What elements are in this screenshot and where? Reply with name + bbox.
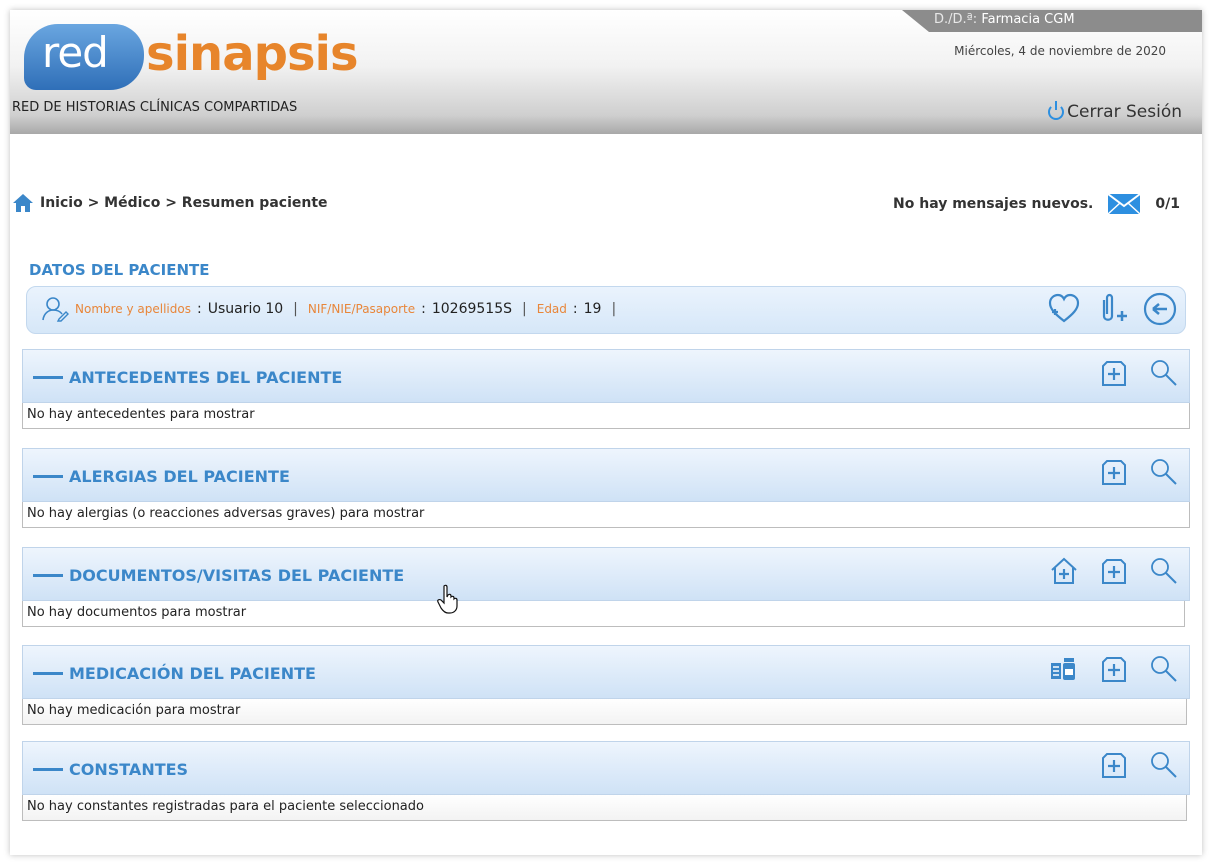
panel-body: No hay medicación para mostrar [22, 699, 1187, 725]
panel-documentos: DOCUMENTOS/VISITAS DEL PACIENTE No hay d… [22, 547, 1190, 627]
patient-section-title: DATOS DEL PACIENTE [29, 261, 210, 279]
add-document-icon[interactable] [1099, 358, 1129, 388]
attach-add-icon[interactable] [1095, 292, 1129, 326]
panel-header[interactable]: DOCUMENTOS/VISITAS DEL PACIENTE [22, 547, 1190, 601]
app-window: red sinapsis RED DE HISTORIAS CLÍNICAS C… [10, 10, 1202, 855]
search-icon[interactable] [1149, 556, 1179, 586]
site-subtitle: RED DE HISTORIAS CLÍNICAS COMPARTIDAS [12, 100, 298, 115]
age-label: Edad [536, 302, 567, 316]
collapse-icon[interactable] [33, 376, 63, 379]
panel-header[interactable]: MEDICACIÓN DEL PACIENTE [22, 645, 1190, 699]
name-label: Nombre y apellidos [75, 302, 191, 316]
panel-title-text: ALERGIAS DEL PACIENTE [69, 467, 290, 486]
back-icon[interactable] [1143, 292, 1177, 326]
panel-body: No hay constantes registradas para el pa… [22, 795, 1187, 821]
add-document-icon[interactable] [1099, 750, 1129, 780]
breadcrumb[interactable]: Inicio > Médico > Resumen paciente [12, 193, 328, 213]
user-name: Farmacia CGM [981, 12, 1075, 27]
logo[interactable]: red sinapsis [24, 22, 359, 102]
patient-info: Nombre y apellidos: Usuario 10 | NIF/NIE… [41, 293, 620, 325]
panel-actions [1099, 457, 1179, 487]
search-icon[interactable] [1149, 457, 1179, 487]
panel-title[interactable]: MEDICACIÓN DEL PACIENTE [33, 664, 316, 683]
add-document-icon[interactable] [1099, 654, 1129, 684]
panel-constantes: CONSTANTES No hay constantes registradas… [22, 741, 1190, 821]
panel-header[interactable]: ANTECEDENTES DEL PACIENTE [22, 349, 1190, 403]
logo-text-red: red [42, 28, 109, 77]
logout-button[interactable]: Cerrar Sesión [1048, 101, 1182, 122]
panel-alergias: ALERGIAS DEL PACIENTE No hay alergias (o… [22, 448, 1190, 528]
panel-medicacion: MEDICACIÓN DEL PACIENTE No hay medicació… [22, 645, 1190, 725]
panel-header[interactable]: CONSTANTES [22, 741, 1190, 795]
panel-title-text: ANTECEDENTES DEL PACIENTE [69, 368, 343, 387]
collapse-icon[interactable] [33, 475, 63, 478]
hand-cursor-icon [437, 584, 458, 614]
panel-body: No hay alergias (o reacciones adversas g… [22, 502, 1190, 528]
panel-title-text: CONSTANTES [69, 760, 189, 779]
home-icon[interactable] [12, 193, 34, 213]
id-value: 10269515S [431, 301, 513, 317]
logo-text-sinapsis: sinapsis [146, 26, 359, 82]
search-icon[interactable] [1149, 750, 1179, 780]
search-icon[interactable] [1149, 654, 1179, 684]
panel-actions [1049, 654, 1179, 684]
current-date: Miércoles, 4 de noviembre de 2020 [954, 44, 1166, 58]
add-document-icon[interactable] [1099, 457, 1129, 487]
user-tab: D./D.ª: Farmacia CGM [902, 10, 1202, 32]
collapse-icon[interactable] [33, 768, 63, 771]
medication-icon[interactable] [1049, 654, 1079, 684]
panel-title[interactable]: ANTECEDENTES DEL PACIENTE [33, 368, 342, 387]
panel-actions [1099, 750, 1179, 780]
panel-title[interactable]: DOCUMENTOS/VISITAS DEL PACIENTE [33, 566, 404, 585]
messages-status: No hay mensajes nuevos. 0/1 [893, 193, 1180, 215]
patient-actions [1047, 292, 1177, 326]
collapse-icon[interactable] [33, 672, 63, 675]
messages-count: 0/1 [1155, 196, 1180, 212]
logout-label: Cerrar Sesión [1067, 102, 1182, 122]
search-icon[interactable] [1149, 358, 1179, 388]
header: red sinapsis RED DE HISTORIAS CLÍNICAS C… [10, 10, 1202, 134]
patient-bar: Nombre y apellidos: Usuario 10 | NIF/NIE… [26, 286, 1186, 334]
panel-title[interactable]: ALERGIAS DEL PACIENTE [33, 467, 290, 486]
collapse-icon[interactable] [33, 574, 63, 577]
add-document-icon[interactable] [1099, 556, 1129, 586]
add-home-visit-icon[interactable] [1049, 556, 1079, 586]
panel-title-text: DOCUMENTOS/VISITAS DEL PACIENTE [69, 566, 405, 585]
panel-title[interactable]: CONSTANTES [33, 760, 188, 779]
add-health-heart-icon[interactable] [1047, 292, 1081, 326]
patient-user-icon [42, 297, 69, 322]
name-value: Usuario 10 [207, 301, 284, 317]
panel-header[interactable]: ALERGIAS DEL PACIENTE [22, 448, 1190, 502]
age-value: 19 [583, 301, 602, 317]
id-label: NIF/NIE/Pasaporte [307, 302, 416, 316]
user-prefix: D./D.ª: [934, 12, 978, 27]
panel-actions [1099, 358, 1179, 388]
power-icon [1048, 101, 1065, 120]
mail-icon[interactable] [1107, 193, 1141, 215]
panel-body: No hay antecedentes para mostrar [22, 403, 1190, 429]
panel-antecedentes: ANTECEDENTES DEL PACIENTE No hay anteced… [22, 349, 1190, 429]
panel-title-text: MEDICACIÓN DEL PACIENTE [69, 664, 316, 683]
breadcrumb-text[interactable]: Inicio > Médico > Resumen paciente [40, 195, 328, 211]
panel-body: No hay documentos para mostrar [22, 601, 1185, 627]
messages-text: No hay mensajes nuevos. [893, 196, 1094, 212]
panel-actions [1049, 556, 1179, 586]
